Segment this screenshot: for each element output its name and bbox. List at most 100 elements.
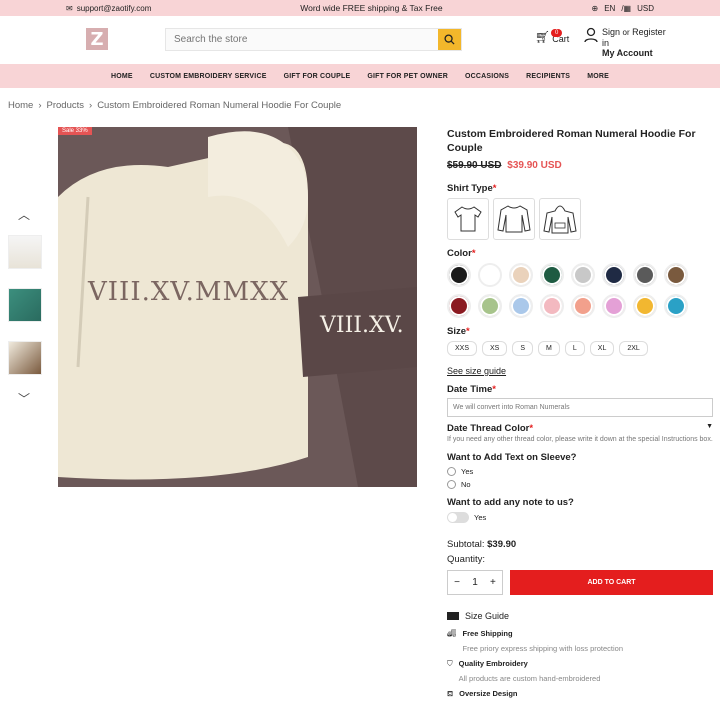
cart-count-badge: 0 (551, 29, 563, 37)
thumb-down-arrow[interactable]: ﹀ (18, 390, 30, 407)
store-logo[interactable]: Z (86, 28, 108, 50)
feature-quality-embroidery: ⛉ Quality Embroidery All products are cus… (447, 659, 601, 683)
globe-icon: ⊕ (591, 3, 599, 13)
shirt-option-sweatshirt[interactable] (493, 198, 535, 240)
quantity-value[interactable]: 1 (472, 577, 478, 588)
thread-color-label[interactable]: Date Thread Color* ▼ (447, 423, 713, 434)
user-icon (584, 27, 598, 43)
header: Z 🛒︎ 0 Cart Sign or Register in My Accou… (0, 16, 720, 64)
account-link[interactable]: Sign or Register in My Account (584, 27, 666, 58)
search-input[interactable] (166, 29, 438, 50)
search-icon (444, 34, 455, 45)
toggle-switch[interactable] (447, 512, 469, 523)
thumb-up-arrow[interactable]: ︿ (18, 206, 30, 223)
thumbnail-2[interactable] (8, 288, 42, 322)
nav-gift-for-couple[interactable]: GIFT FOR COUPLE (284, 73, 351, 80)
subtotal: Subtotal: $39.90 (447, 539, 517, 550)
shirt-icon: ⛾ (447, 689, 454, 698)
image-text-left: VIII.XV.MMXX (88, 277, 290, 307)
hoodie-icon (543, 205, 577, 234)
color-swatch-13[interactable] (571, 294, 595, 318)
thumbnail-1[interactable] (8, 235, 42, 269)
size-2xl[interactable]: 2XL (619, 341, 648, 356)
chevron-down-icon: ▼ (706, 423, 713, 430)
nav-more[interactable]: MORE (587, 73, 609, 80)
shield-icon: ⛉ (447, 659, 453, 668)
main-nav: HOME CUSTOM EMBROIDERY SERVICE GIFT FOR … (0, 64, 720, 88)
nav-custom-embroidery[interactable]: CUSTOM EMBROIDERY SERVICE (150, 73, 267, 80)
nav-recipients[interactable]: RECIPIENTS (526, 73, 570, 80)
price-block: $59.90 USD $39.90 USD (447, 160, 713, 171)
language-select[interactable]: EN (604, 4, 615, 13)
currency-select[interactable]: USD (637, 4, 654, 13)
size-m[interactable]: M (538, 341, 560, 356)
shirt-type-options (447, 198, 713, 240)
thumbnail-3[interactable] (8, 341, 42, 375)
register-link[interactable]: Register (632, 27, 666, 37)
size-xl[interactable]: XL (589, 341, 615, 356)
size-options: XXS XS S M L XL 2XL (447, 341, 713, 356)
color-swatches (447, 263, 697, 318)
ruler-icon (447, 612, 459, 620)
color-swatch-7[interactable] (633, 263, 657, 287)
quantity-label: Quantity: (447, 554, 486, 565)
product-title: Custom Embroidered Roman Numeral Hoodie … (447, 128, 696, 154)
sleeve-yes-radio[interactable]: Yes (447, 467, 713, 476)
add-to-cart-button[interactable]: ADD TO CART (510, 570, 713, 595)
product-image[interactable]: VIII.XV.MMXX VIII.XV. (58, 127, 417, 487)
size-xxs[interactable]: XXS (447, 341, 478, 356)
breadcrumb-products[interactable]: Products (47, 100, 85, 111)
size-xs[interactable]: XS (482, 341, 508, 356)
color-swatch-11[interactable] (509, 294, 533, 318)
support-email[interactable]: ✉ support@zaotify.com (66, 4, 151, 13)
old-price: $59.90 USD (447, 160, 502, 171)
color-swatch-16[interactable] (664, 294, 688, 318)
color-swatch-14[interactable] (602, 294, 626, 318)
search-button[interactable] (438, 29, 461, 50)
date-time-input[interactable]: We will convert into Roman Numerals (447, 398, 713, 417)
nav-occasions[interactable]: OCCASIONS (465, 73, 509, 80)
sleeve-no-radio[interactable]: No (447, 480, 713, 489)
color-swatch-2[interactable] (478, 263, 502, 287)
nav-home[interactable]: HOME (111, 73, 133, 80)
shirt-option-tshirt[interactable] (447, 198, 489, 240)
color-swatch-9[interactable] (447, 294, 471, 318)
cart-link[interactable]: 🛒︎ 0 Cart (535, 29, 569, 44)
color-swatch-1[interactable] (447, 263, 471, 287)
size-l[interactable]: L (564, 341, 585, 356)
color-swatch-3[interactable] (509, 263, 533, 287)
breadcrumb: Home › Products › Custom Embroidered Roman… (8, 100, 342, 111)
size-guide-link[interactable]: Size Guide (447, 611, 713, 621)
color-swatch-8[interactable] (664, 263, 688, 287)
quantity-stepper[interactable]: − 1 + (447, 570, 503, 595)
thread-note: If you need any other thread color, plea… (447, 436, 713, 443)
color-swatch-15[interactable] (633, 294, 657, 318)
note-label: Want to add any note to us? (447, 497, 574, 508)
color-swatch-5[interactable] (571, 263, 595, 287)
date-time-label: Date Time* (447, 384, 496, 395)
size-label: Size* (447, 326, 470, 337)
my-account-label: My Account (602, 48, 653, 58)
sale-badge: Sale 33% (58, 127, 92, 135)
nav-gift-for-pet-owner[interactable]: GIFT FOR PET OWNER (367, 73, 448, 80)
see-size-guide-link[interactable]: See size guide (447, 366, 713, 376)
note-toggle[interactable]: Yes (447, 512, 713, 523)
minus-icon[interactable]: − (454, 577, 460, 588)
shirt-option-hoodie[interactable] (539, 198, 581, 240)
breadcrumb-home[interactable]: Home (8, 100, 33, 111)
color-label: Color* (447, 248, 476, 259)
shirt-type-label: Shirt Type* (447, 183, 497, 194)
sleeve-text-label: Want to Add Text on Sleeve? (447, 452, 577, 463)
color-swatch-4[interactable] (540, 263, 564, 287)
tshirt-icon (454, 206, 482, 232)
quantity-row: − 1 + ADD TO CART (447, 570, 713, 595)
size-s[interactable]: S (512, 341, 534, 356)
flag-icon: /▦ (621, 3, 632, 13)
sign-in-link[interactable]: Sign (602, 27, 620, 37)
color-swatch-12[interactable] (540, 294, 564, 318)
image-text-right: VIII.XV. (320, 313, 404, 338)
color-swatch-6[interactable] (602, 263, 626, 287)
sweatshirt-icon (497, 205, 531, 233)
color-swatch-10[interactable] (478, 294, 502, 318)
plus-icon[interactable]: + (490, 577, 496, 588)
